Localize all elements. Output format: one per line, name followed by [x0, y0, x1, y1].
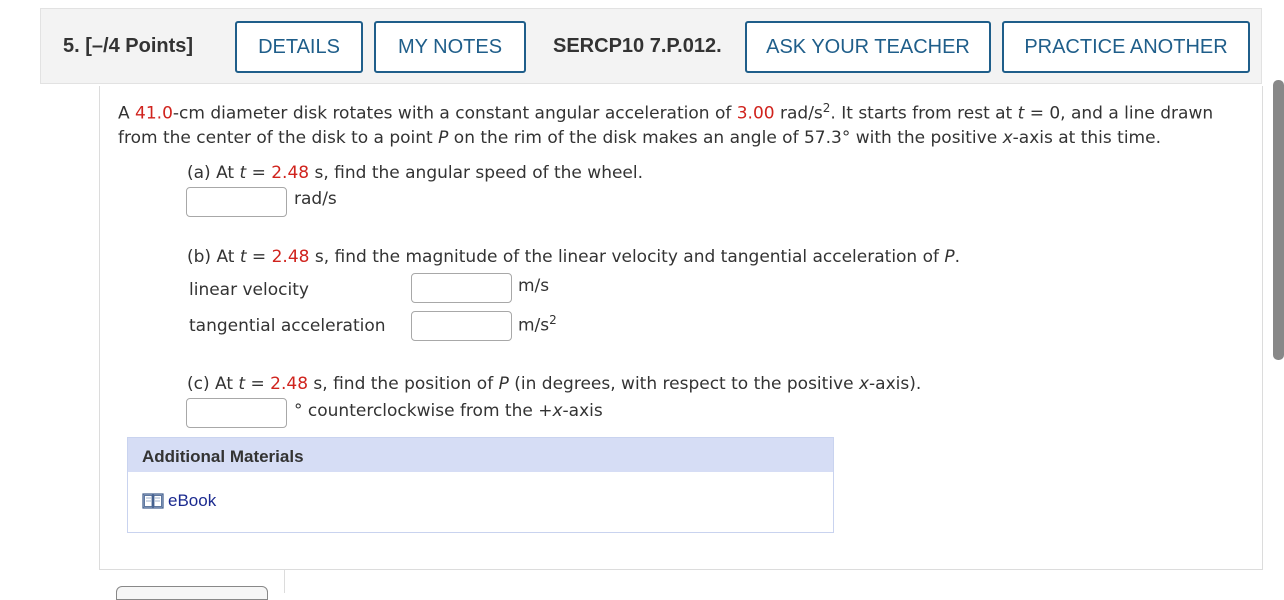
additional-materials-header: Additional Materials: [128, 438, 833, 472]
submit-answer-button[interactable]: [116, 586, 268, 600]
points-label: [–/4 Points]: [85, 35, 194, 57]
tangential-accel-unit: m/s2: [518, 313, 557, 336]
question-header: 5. [–/4 Points] DETAILS MY NOTES SERCP10…: [40, 8, 1262, 84]
linear-velocity-unit: m/s: [518, 276, 550, 296]
angular-accel-value: 3.00: [736, 103, 775, 124]
linear-velocity-label: linear velocity: [189, 280, 309, 300]
question-code: SERCP10 7.P.012.: [553, 35, 722, 57]
part-b-question: (b) At t = 2.48 s, find the magnitude of…: [187, 247, 961, 267]
additional-materials-box: Additional Materials eBook: [127, 437, 834, 533]
position-angle-unit: ° counterclockwise from the +x-axis: [294, 401, 603, 421]
tangential-accel-input[interactable]: [411, 311, 512, 341]
part-c-time-value: 2.48: [270, 374, 309, 394]
tangential-accel-label: tangential acceleration: [189, 316, 386, 336]
book-icon: [142, 493, 164, 509]
angular-speed-input[interactable]: [186, 187, 287, 217]
question-number: 5.: [63, 35, 80, 57]
part-b-time-value: 2.48: [271, 247, 310, 267]
part-c-question: (c) At t = 2.48 s, find the position of …: [187, 374, 922, 394]
position-angle-input[interactable]: [186, 398, 287, 428]
part-a-question: (a) At t = 2.48 s, find the angular spee…: [187, 163, 644, 183]
additional-materials-title: Additional Materials: [142, 447, 304, 466]
diameter-value: 41.0: [135, 103, 173, 124]
ask-teacher-button[interactable]: ASK YOUR TEACHER: [745, 21, 991, 73]
linear-velocity-input[interactable]: [411, 273, 512, 303]
my-notes-button[interactable]: MY NOTES: [374, 21, 526, 73]
practice-another-button[interactable]: PRACTICE ANOTHER: [1002, 21, 1250, 73]
scrollbar[interactable]: [1273, 80, 1284, 360]
ebook-link[interactable]: eBook: [142, 491, 216, 511]
part-a-time-value: 2.48: [271, 163, 310, 183]
angular-speed-unit: rad/s: [294, 189, 337, 209]
details-button[interactable]: DETAILS: [235, 21, 363, 73]
problem-intro-line1: A 41.0-cm diameter disk rotates with a c…: [118, 101, 1214, 124]
problem-intro-line2: from the center of the disk to a point P…: [118, 128, 1161, 148]
question-number-points: 5. [–/4 Points]: [63, 35, 193, 58]
ebook-label: eBook: [168, 491, 217, 510]
